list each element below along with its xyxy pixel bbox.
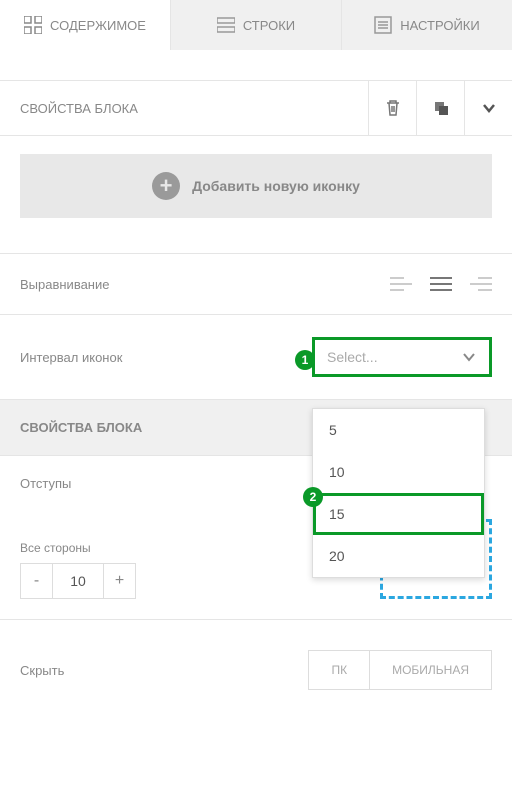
dropdown-option-15[interactable]: 15 xyxy=(313,493,484,535)
icon-spacing-dropdown: 5 10 15 20 xyxy=(312,408,485,578)
collapse-button[interactable] xyxy=(464,81,512,135)
block-actions xyxy=(368,81,512,135)
tab-content[interactable]: СОДЕРЖИМОЕ xyxy=(0,0,171,50)
hide-pc-button[interactable]: ПК xyxy=(309,651,370,689)
select-placeholder: Select... xyxy=(327,349,378,365)
align-center-icon xyxy=(430,276,452,292)
icon-spacing-row: Интервал иконок Select... xyxy=(0,315,512,400)
dropdown-option-5[interactable]: 5 xyxy=(313,409,484,451)
block-header: СВОЙСТВА БЛОКА xyxy=(0,80,512,136)
align-left-icon xyxy=(390,276,412,292)
tab-content-label: СОДЕРЖИМОЕ xyxy=(50,18,146,33)
rows-icon xyxy=(217,16,235,34)
tab-settings-label: НАСТРОЙКИ xyxy=(400,18,479,33)
trash-icon xyxy=(384,99,402,117)
hide-row: Скрыть ПК МОБИЛЬНАЯ xyxy=(0,620,512,720)
block-properties-title: СВОЙСТВА БЛОКА xyxy=(20,101,138,116)
icon-spacing-label: Интервал иконок xyxy=(20,350,122,365)
padding-stepper: - + xyxy=(20,563,136,599)
padding-value-input[interactable] xyxy=(53,564,103,598)
alignment-label: Выравнивание xyxy=(20,277,109,292)
add-icon-label: Добавить новую иконку xyxy=(192,178,360,194)
dropdown-option-10[interactable]: 10 xyxy=(313,451,484,493)
settings-icon xyxy=(374,16,392,34)
tab-rows[interactable]: СТРОКИ xyxy=(171,0,342,50)
tab-settings[interactable]: НАСТРОЙКИ xyxy=(342,0,512,50)
duplicate-button[interactable] xyxy=(416,81,464,135)
grid-icon xyxy=(24,16,42,34)
annotation-2: 2 xyxy=(303,487,323,507)
annotation-1: 1 xyxy=(295,350,315,370)
tab-rows-label: СТРОКИ xyxy=(243,18,295,33)
add-icon-button[interactable]: + Добавить новую иконку xyxy=(20,154,492,218)
dropdown-option-20[interactable]: 20 xyxy=(313,535,484,577)
delete-button[interactable] xyxy=(368,81,416,135)
align-right-button[interactable] xyxy=(470,276,492,292)
hide-label: Скрыть xyxy=(20,663,64,678)
align-left-button[interactable] xyxy=(390,276,412,292)
tabs: СОДЕРЖИМОЕ СТРОКИ НАСТРОЙКИ xyxy=(0,0,512,50)
align-right-icon xyxy=(470,276,492,292)
hide-mobile-button[interactable]: МОБИЛЬНАЯ xyxy=(370,651,491,689)
alignment-row: Выравнивание xyxy=(0,254,512,315)
chevron-down-icon xyxy=(461,349,477,365)
chevron-down-icon xyxy=(480,99,498,117)
plus-icon: + xyxy=(152,172,180,200)
padding-increment[interactable]: + xyxy=(103,564,135,598)
icon-spacing-select[interactable]: Select... xyxy=(312,337,492,377)
align-center-button[interactable] xyxy=(430,276,452,292)
hide-toggle-group: ПК МОБИЛЬНАЯ xyxy=(308,650,492,690)
copy-icon xyxy=(432,99,450,117)
padding-decrement[interactable]: - xyxy=(21,564,53,598)
alignment-group xyxy=(390,276,492,292)
